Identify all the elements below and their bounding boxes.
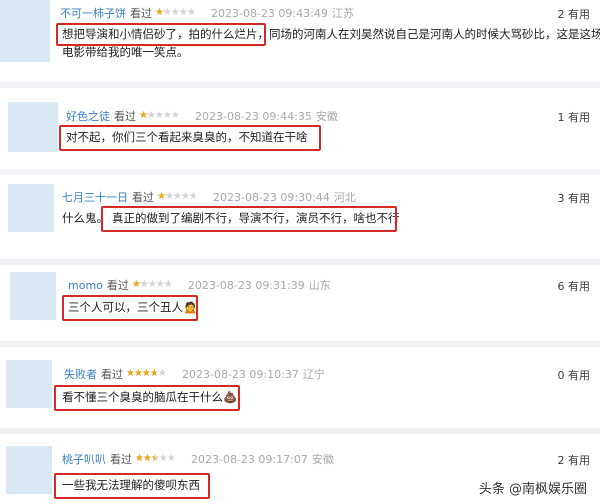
- useful-vote-button[interactable]: 1 有用: [558, 109, 591, 125]
- username[interactable]: 失败者: [64, 366, 97, 382]
- username[interactable]: momo: [68, 279, 103, 292]
- watched-label: 看过: [101, 368, 123, 381]
- comment-meta: 不可一柿子饼 看过 ★★★★★★★★★★ 2023-08-23 09:43:49…: [60, 5, 354, 21]
- username[interactable]: 桃子叭叭: [62, 451, 106, 467]
- comment-meta: 好色之徒 看过 ★★★★★★★★★★ 2023-08-23 09:44:35 安…: [66, 108, 338, 124]
- comment-location: 山东: [308, 279, 331, 292]
- divider: [0, 82, 600, 88]
- comment-meta: 七月三十一日 看过 ★★★★★★★★★★ 2023-08-23 09:30:44…: [62, 189, 356, 205]
- watched-label: 看过: [114, 110, 136, 123]
- comment-card: 七月三十一日 看过 ★★★★★★★★★★ 2023-08-23 09:30:44…: [0, 176, 600, 260]
- highlight-box: [54, 473, 210, 499]
- divider: [0, 259, 600, 265]
- useful-vote-button[interactable]: 2 有用: [558, 452, 591, 468]
- watermark: 头条 @南枫娱乐圈: [475, 477, 590, 498]
- rating-stars: ★★★★★★★★★★: [139, 110, 180, 121]
- divider: [0, 428, 600, 434]
- avatar[interactable]: [8, 102, 58, 152]
- rating-stars: ★★★★★★★★★★: [155, 7, 196, 18]
- comment-rest-text: 同场的河南人在刘昊然说自己是河南人的时候大骂砂比，这是这场: [269, 27, 600, 41]
- comment-meta: 桃子叭叭 看过 ★★★★★★★★★★ 2023-08-23 09:17:07 安…: [62, 451, 334, 467]
- rating-stars: ★★★★★★★★★★: [126, 368, 167, 379]
- comment-time: 2023-08-23 09:17:07: [191, 452, 308, 466]
- comment-time: 2023-08-23 09:30:44: [213, 190, 330, 204]
- comment-meta: momo 看过 ★★★★★★★★★★ 2023-08-23 09:31:39 山…: [68, 277, 331, 293]
- rating-stars: ★★★★★★★★★★: [131, 279, 173, 290]
- comment-card: momo 看过 ★★★★★★★★★★ 2023-08-23 09:31:39 山…: [0, 266, 600, 342]
- highlight-box: [56, 23, 266, 46]
- rating-stars: ★★★★★★★★★★: [157, 191, 198, 202]
- useful-vote-button[interactable]: 6 有用: [558, 278, 591, 294]
- useful-vote-button[interactable]: 3 有用: [558, 190, 591, 206]
- highlight-box: [62, 295, 198, 321]
- comment-card: 不可一柿子饼 看过 ★★★★★★★★★★ 2023-08-23 09:43:49…: [0, 0, 600, 80]
- comment-meta: 失败者 看过 ★★★★★★★★★★ 2023-08-23 09:10:37 辽宁: [64, 366, 325, 382]
- comment-time: 2023-08-23 09:44:35: [195, 109, 312, 123]
- avatar[interactable]: [6, 446, 52, 494]
- comment-time: 2023-08-23 09:31:39: [187, 278, 305, 292]
- comment-location: 安徽: [311, 453, 334, 466]
- highlight-box: [54, 385, 240, 411]
- watched-label: 看过: [106, 279, 129, 292]
- comment-text-line2: 电影带给我的唯一笑点。: [62, 45, 189, 59]
- watched-label: 看过: [132, 191, 154, 204]
- useful-vote-button[interactable]: 0 有用: [558, 367, 591, 383]
- watched-label: 看过: [130, 7, 152, 20]
- highlight-box: [101, 206, 397, 232]
- avatar[interactable]: [10, 272, 56, 320]
- username[interactable]: 好色之徒: [66, 108, 110, 124]
- avatar[interactable]: [0, 0, 50, 62]
- highlight-box: [59, 125, 321, 151]
- useful-vote-button[interactable]: 2 有用: [558, 6, 591, 22]
- rating-stars: ★★★★★★★★★★: [135, 453, 176, 464]
- comment-time: 2023-08-23 09:43:49: [211, 6, 328, 20]
- comment-time: 2023-08-23 09:10:37: [182, 367, 299, 381]
- comment-card: 失败者 看过 ★★★★★★★★★★ 2023-08-23 09:10:37 辽宁…: [0, 348, 600, 428]
- avatar[interactable]: [6, 360, 52, 408]
- divider: [0, 341, 600, 347]
- comment-card: 好色之徒 看过 ★★★★★★★★★★ 2023-08-23 09:44:35 安…: [0, 92, 600, 172]
- username[interactable]: 七月三十一日: [62, 189, 128, 205]
- comment-location: 辽宁: [302, 368, 325, 381]
- username[interactable]: 不可一柿子饼: [60, 5, 126, 21]
- comment-location: 江苏: [331, 7, 354, 20]
- divider: [0, 169, 600, 175]
- comment-location: 安徽: [315, 110, 338, 123]
- avatar[interactable]: [8, 184, 54, 232]
- comment-location: 河北: [333, 191, 356, 204]
- watched-label: 看过: [110, 453, 132, 466]
